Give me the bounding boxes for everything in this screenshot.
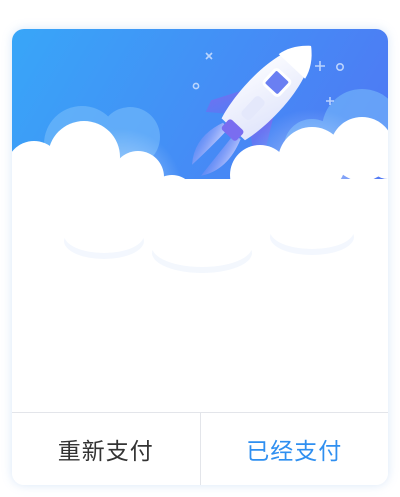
rocket-cloud-illustration bbox=[12, 29, 388, 412]
payment-status-dialog: 重新支付 已经支付 bbox=[12, 29, 388, 485]
dialog-actions: 重新支付 已经支付 bbox=[12, 412, 388, 485]
repay-button[interactable]: 重新支付 bbox=[12, 413, 201, 485]
paid-button[interactable]: 已经支付 bbox=[201, 413, 389, 485]
page: 重新支付 已经支付 bbox=[0, 0, 400, 497]
dialog-header-illustration bbox=[12, 29, 388, 412]
